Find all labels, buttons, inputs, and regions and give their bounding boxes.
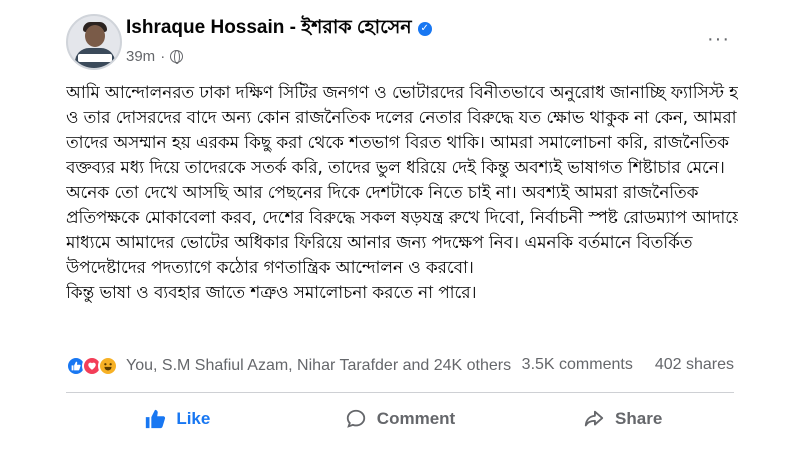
like-button[interactable]: Like	[66, 398, 289, 440]
post-timestamp[interactable]: 39m	[126, 48, 155, 65]
post-body-line: মাধ্যমে আমাদের ভোটের অধিকার ফিরিয়ে আনার…	[66, 232, 693, 252]
post-body-line: ও তার দোসরদের বাদে অন্য কোন রাজনৈতিক দলে…	[66, 107, 737, 127]
comment-button[interactable]: Comment	[289, 398, 512, 440]
author-line: Ishraque Hossain - ইশরাক হোসেন ✓	[126, 16, 432, 42]
reaction-icons[interactable]	[66, 356, 118, 376]
haha-reaction-icon	[98, 356, 118, 376]
reactions-summary[interactable]: You, S.M Shafiul Azam, Nihar Tarafder an…	[126, 357, 511, 375]
post-actions: Like Comment Share	[66, 398, 734, 440]
facebook-post: Ishraque Hossain - ইশরাক হোসেন ✓ 39m · ·…	[58, 0, 742, 450]
comment-icon	[346, 409, 365, 428]
globe-icon[interactable]	[170, 50, 184, 64]
post-body-line: আমি আন্দোলনরত ঢাকা দক্ষিণ সিটির জনগণ ও ভ…	[66, 82, 738, 102]
post-meta: 39m ·	[126, 48, 184, 65]
like-label: Like	[176, 409, 211, 428]
post-body-line: বক্তব্যর মধ্য দিয়ে তাদেরকে সতর্ক করি, ত…	[66, 157, 725, 177]
post-body-line: প্রতিপক্ষকে মোকাবেলা করব, দেশের বিরুদ্ধে…	[66, 207, 738, 227]
verified-badge-icon: ✓	[417, 22, 432, 36]
post-body-line: অনেক তো দেখে আসছি আর পেছনের দিকে দেশটাকে…	[66, 182, 699, 202]
post-body: আমি আন্দোলনরত ঢাকা দক্ষিণ সিটির জনগণ ও ভ…	[66, 80, 738, 305]
divider	[66, 392, 734, 393]
meta-separator: ·	[160, 48, 166, 65]
post-body-line: উপদেষ্টাদের পদত্যাগে কঠোর গণতান্ত্রিক আন…	[66, 257, 474, 277]
comment-label: Comment	[376, 409, 456, 428]
author-avatar[interactable]	[66, 14, 122, 70]
share-button[interactable]: Share	[511, 398, 734, 440]
more-options-icon[interactable]: ···	[707, 29, 730, 49]
post-body-line: তাদের অসম্মান হয় এরকম কিছু করা থেকে শতভ…	[66, 132, 729, 152]
engagement-counts: 3.5K comments 402 shares	[522, 356, 734, 374]
thumbs-up-icon	[146, 409, 166, 429]
share-icon	[584, 410, 604, 427]
share-label: Share	[615, 409, 663, 428]
post-body-line: কিন্তু ভাষা ও ব্যবহার জাতে শত্রুও সমালোচ…	[66, 282, 477, 302]
comments-count[interactable]: 3.5K comments	[522, 356, 633, 374]
post-header: Ishraque Hossain - ইশরাক হোসেন ✓ 39m · ·…	[66, 12, 734, 72]
shares-count[interactable]: 402 shares	[655, 356, 734, 374]
author-name[interactable]: Ishraque Hossain - ইশরাক হোসেন	[126, 13, 412, 45]
reactions-bar: You, S.M Shafiul Azam, Nihar Tarafder an…	[66, 352, 734, 380]
